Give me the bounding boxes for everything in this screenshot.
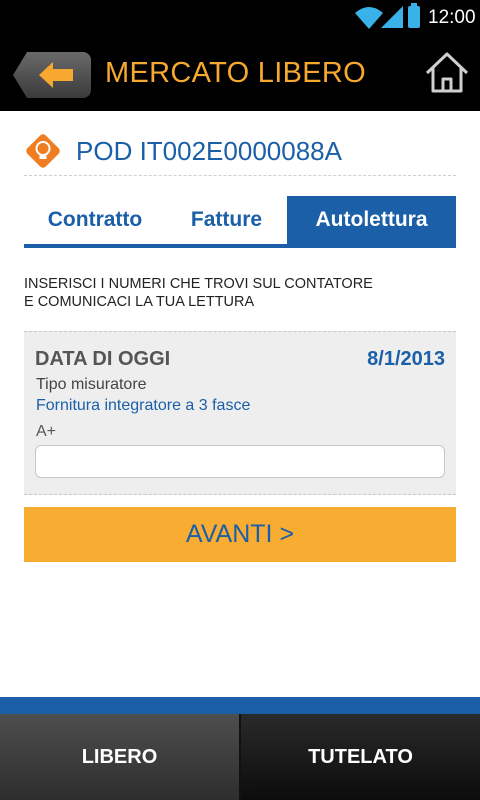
page-title: MERCATO LIBERO [105,57,366,89]
meter-type-value: Fornitura integratore a 3 fasce [36,397,251,414]
signal-icon [381,6,403,28]
meter-type-label: Tipo misuratore [36,376,147,393]
next-button[interactable]: AVANTI > [24,507,456,562]
back-button[interactable] [13,52,91,98]
reading-field-label: A+ [36,423,57,440]
tab-autolettura[interactable]: Autolettura [287,196,456,244]
tab-fatture[interactable]: Fatture [166,196,287,244]
bottom-tab-bar: LIBERO TUTELATO [0,714,480,800]
tab-bar: Contratto Fatture Autolettura [24,196,456,248]
date-label: DATA DI OGGI [35,348,171,370]
instructions: INSERISCI I NUMERI CHE TROVI SUL CONTATO… [24,275,456,311]
bottom-stripe [0,697,480,714]
back-arrow-icon [39,62,73,88]
battery-icon [408,3,420,28]
reading-form: DATA DI OGGI 8/1/2013 Tipo misuratore Fo… [24,331,456,495]
date-value: 8/1/2013 [367,348,445,370]
tab-tutelato[interactable]: TUTELATO [241,714,480,800]
reading-input[interactable] [35,445,445,478]
lightbulb-icon [26,134,60,168]
pod-label: POD IT002E0000088A [76,136,342,166]
tab-libero[interactable]: LIBERO [0,714,239,800]
app-header: MERCATO LIBERO [0,35,480,111]
status-bar: 12:00 [0,0,480,35]
pod-row: POD IT002E0000088A [24,128,456,176]
tab-contratto[interactable]: Contratto [24,196,166,244]
clock: 12:00 [428,7,476,28]
instructions-line-2: E COMUNICACI LA TUA LETTURA [24,294,255,310]
instructions-line-1: INSERISCI I NUMERI CHE TROVI SUL CONTATO… [24,276,373,292]
home-icon[interactable] [423,49,471,97]
wifi-icon [355,7,383,29]
